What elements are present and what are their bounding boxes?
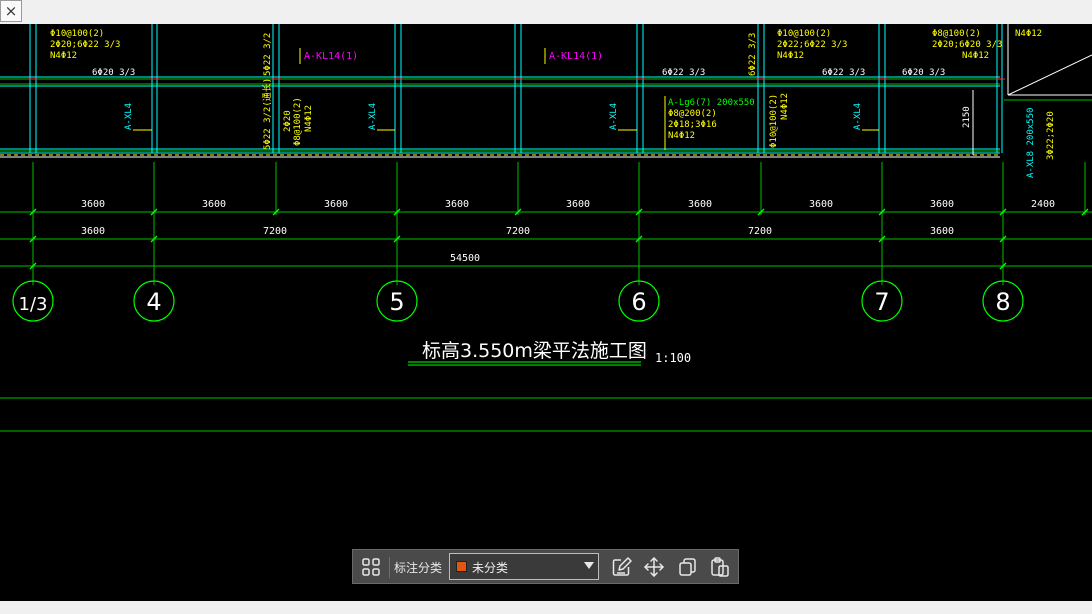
axis-label: 1/3: [19, 294, 48, 315]
paste-button[interactable]: [708, 555, 732, 579]
dim-text: 2400: [1031, 199, 1055, 210]
move-button[interactable]: [642, 555, 666, 579]
rebar-l3: N4Φ12: [962, 51, 989, 61]
toolbar-divider: [389, 557, 390, 578]
xl-labels: A-XL4 A-XL4 A-XL4 A-XL4 A-XL8 200x550: [124, 103, 1036, 178]
xl-label: A-XL4: [368, 103, 378, 130]
annotation-toolbar: 标注分类 未分类: [352, 549, 739, 584]
dim-text: 3600: [202, 199, 226, 210]
vert-rebar: Φ8@100(2): [293, 97, 303, 146]
lg-text: 2Φ18;3Φ16: [668, 120, 717, 130]
xl-label: A-XL4: [609, 103, 619, 130]
bottom-rebar-text: 6Φ20 3/3: [92, 68, 135, 78]
dim-text: 3600: [81, 226, 105, 237]
bottom-rebar-text: 6Φ20 3/3: [902, 68, 945, 78]
dim-text: 3600: [566, 199, 590, 210]
dim-total: 54500: [450, 253, 480, 264]
dim-text: 3600: [809, 199, 833, 210]
vert-rebar: N4Φ12: [304, 105, 314, 132]
axis-label: 7: [874, 288, 889, 316]
rebar-l2: 2Φ20;6Φ20 3/3: [932, 40, 1002, 50]
rebar-l1: Φ8@100(2): [932, 29, 981, 39]
xl-label: A-XL4: [853, 103, 863, 130]
lg-label: A-Lg6(7) 200x550: [668, 98, 755, 108]
drawing-canvas[interactable]: Φ10@100(2) 2Φ20;6Φ22 3/3 N4Φ12 Φ10@100(2…: [0, 24, 1092, 601]
lg-text: Φ8@200(2): [668, 109, 717, 119]
title-bar: ×: [0, 0, 1092, 25]
axis-label: 4: [146, 288, 161, 316]
dim-text: 7200: [506, 226, 530, 237]
vert-rebar: N4Φ12: [780, 93, 790, 120]
close-icon: ×: [4, 2, 18, 20]
category-label: 标注分类: [394, 561, 443, 575]
lg-text: N4Φ12: [668, 131, 695, 141]
dim-text: 7200: [263, 226, 287, 237]
dim-2150: 2150: [962, 106, 972, 128]
right-vertical-label: A-XL8 200x550: [1026, 108, 1036, 178]
bottom-rebar-text: 6Φ22 3/3: [822, 68, 865, 78]
dim-text: 3600: [445, 199, 469, 210]
dim-text: 7200: [748, 226, 772, 237]
dim-text: 3600: [688, 199, 712, 210]
cyan-beam-edges: [0, 76, 1000, 154]
xl-label: A-XL4: [124, 103, 134, 130]
dim-text: 3600: [930, 226, 954, 237]
vert-rebar: 5Φ22 3/2: [263, 33, 273, 76]
edit-icon: [612, 557, 632, 576]
rebar-l1: Φ10@100(2): [50, 29, 104, 39]
vert-rebar: Φ10@100(2): [769, 94, 779, 148]
beam-grid-lines: [0, 78, 1000, 152]
copy-icon: [679, 558, 696, 576]
rebar-l3: N4Φ12: [50, 51, 77, 61]
close-button[interactable]: ×: [0, 0, 22, 22]
edit-button[interactable]: [609, 555, 633, 579]
rebar-l3: N4Φ12: [777, 51, 804, 61]
bottom-rebar-text: 6Φ22 3/3: [662, 68, 705, 78]
axis-label: 5: [389, 288, 404, 316]
beam-label-kl14: A-KL14(1): [304, 51, 358, 62]
rebar-l2: 2Φ20;6Φ22 3/3: [50, 40, 120, 50]
move-icon: [644, 557, 664, 577]
dim-text: 3600: [324, 199, 348, 210]
beam-label-kl14: A-KL14(1): [549, 51, 603, 62]
lg-annotation: A-Lg6(7) 200x550 Φ8@200(2) 2Φ18;3Φ16 N4Φ…: [664, 96, 755, 150]
rebar-l1: Φ10@100(2): [777, 29, 831, 39]
vertical-beam-lines: [29, 24, 1003, 153]
axis-label: 8: [995, 288, 1010, 316]
copy-button[interactable]: [675, 555, 699, 579]
category-selected-value: 未分类: [472, 561, 509, 575]
dim-text: 3600: [81, 199, 105, 210]
grid-view-button[interactable]: [359, 555, 383, 579]
category-dropdown[interactable]: 未分类: [449, 553, 599, 580]
dim-text: 3600: [930, 199, 954, 210]
vert-rebar: 5Φ22 3/2(通长): [261, 78, 273, 150]
drawing-scale: 1:100: [655, 351, 691, 365]
axis-bubbles: [12, 280, 1024, 322]
category-color-swatch: [456, 561, 467, 572]
vert-rebar: 6Φ22 3/3: [748, 33, 758, 76]
cad-drawing: Φ10@100(2) 2Φ20;6Φ22 3/3 N4Φ12 Φ10@100(2…: [0, 24, 1092, 432]
drawing-title: 标高3.550m梁平法施工图: [422, 340, 647, 362]
beam-labels: A-KL14(1) A-KL14(1): [299, 48, 603, 64]
vert-rebar: 3Φ22;2Φ20: [1046, 111, 1056, 160]
vertical-rebar-texts: 5Φ22 3/2 5Φ22 3/2(通长) 2Φ20 Φ8@100(2) N4Φ…: [261, 33, 1056, 160]
axis-label: 6: [631, 288, 646, 316]
rebar-l2: 2Φ22;6Φ22 3/3: [777, 40, 847, 50]
status-bar: [0, 601, 1092, 614]
dimension-texts: 3600 3600 3600 3600 3600 3600 3600 3600 …: [81, 199, 1055, 264]
grid-icon: [362, 558, 380, 576]
rebar-right-top: N4Φ12: [1015, 29, 1042, 39]
chevron-down-icon: [584, 562, 594, 569]
rebar-annotations-top: Φ10@100(2) 2Φ20;6Φ22 3/3 N4Φ12 Φ10@100(2…: [50, 29, 1042, 61]
paste-icon: [711, 557, 729, 577]
vert-rebar: 2Φ20: [283, 110, 293, 132]
dimension-lines: [0, 162, 1092, 285]
